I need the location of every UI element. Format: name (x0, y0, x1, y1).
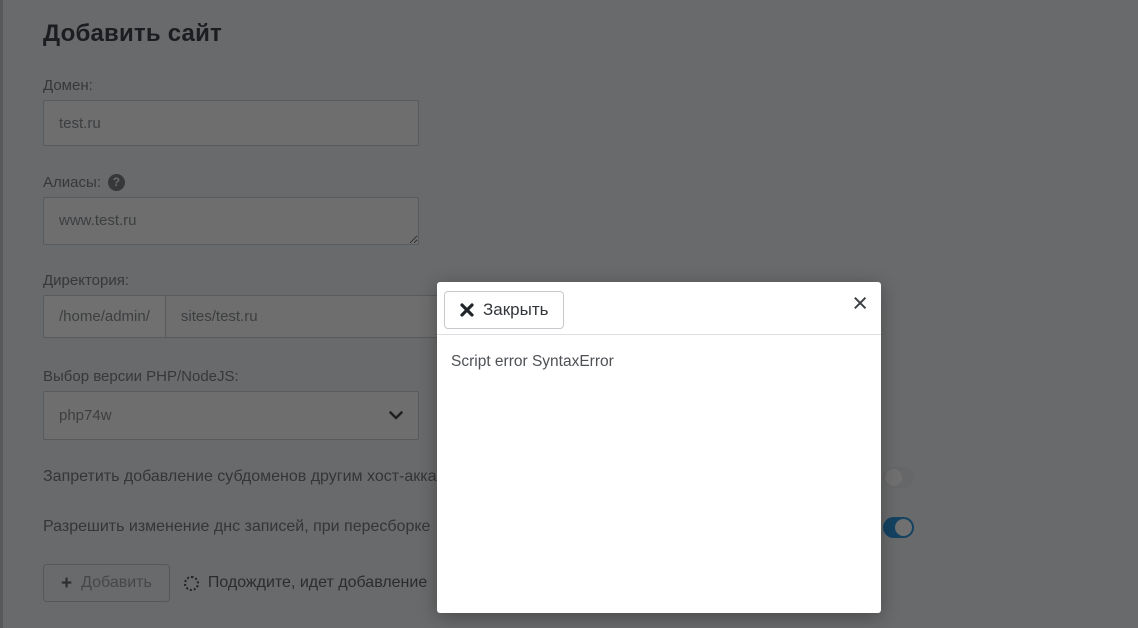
modal-body: Script error SyntaxError (437, 335, 881, 389)
bold-x-icon (460, 303, 474, 317)
error-modal: Закрыть × Script error SyntaxError (437, 282, 881, 613)
modal-header: Закрыть × (437, 282, 881, 335)
modal-close-button[interactable]: Закрыть (444, 291, 565, 329)
close-icon[interactable]: × (852, 283, 868, 323)
error-message: Script error SyntaxError (451, 353, 614, 370)
